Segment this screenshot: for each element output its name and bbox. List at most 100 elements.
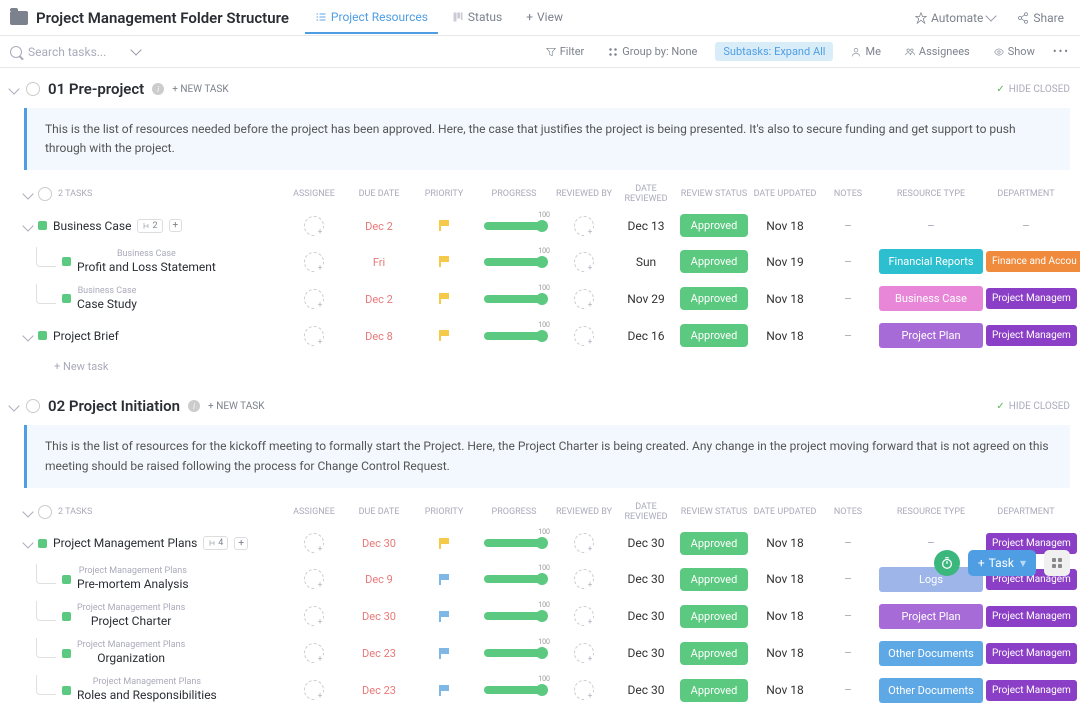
- search-input[interactable]: Search tasks...: [10, 45, 150, 59]
- resource-type-tag[interactable]: Business Case: [879, 286, 983, 311]
- notes-cell[interactable]: –: [844, 219, 852, 233]
- resource-type-tag[interactable]: Project Plan: [879, 604, 983, 629]
- date-reviewed[interactable]: Dec 13: [614, 219, 678, 233]
- due-date[interactable]: Dec 23: [362, 684, 396, 697]
- task-name[interactable]: Profit and Loss Statement: [77, 260, 216, 274]
- more-menu[interactable]: •••: [1053, 45, 1070, 58]
- resource-type-tag[interactable]: Financial Reports: [879, 249, 983, 274]
- filter-button[interactable]: Filter: [540, 41, 591, 62]
- date-updated[interactable]: Nov 18: [750, 683, 820, 697]
- reviewer-placeholder[interactable]: [574, 569, 594, 589]
- priority-flag-icon[interactable]: [439, 611, 450, 622]
- date-reviewed[interactable]: Dec 16: [614, 329, 678, 343]
- chevron-down-icon[interactable]: [22, 189, 33, 200]
- date-reviewed[interactable]: Sun: [614, 255, 678, 269]
- task-row[interactable]: Project Management PlansPre-mortem Analy…: [10, 561, 1070, 598]
- chevron-down-icon[interactable]: [8, 83, 19, 94]
- progress-bar[interactable]: 100: [484, 258, 544, 266]
- notes-cell[interactable]: –: [844, 292, 852, 306]
- chevron-down-icon[interactable]: [22, 538, 33, 549]
- priority-flag-icon[interactable]: [439, 256, 450, 267]
- date-reviewed[interactable]: Dec 30: [614, 536, 678, 550]
- date-updated[interactable]: Nov 19: [750, 255, 820, 269]
- progress-bar[interactable]: 100: [484, 295, 544, 303]
- date-reviewed[interactable]: Dec 30: [614, 609, 678, 623]
- hide-closed-toggle[interactable]: ✓HIDE CLOSED: [996, 401, 1070, 412]
- add-view-button[interactable]: + View: [516, 2, 573, 34]
- me-filter[interactable]: Me: [845, 41, 886, 62]
- reviewer-placeholder[interactable]: [574, 606, 594, 626]
- task-name[interactable]: Organization: [97, 651, 165, 665]
- date-updated[interactable]: Nov 18: [750, 609, 820, 623]
- show-button[interactable]: Show: [988, 41, 1041, 62]
- reviewer-placeholder[interactable]: [574, 680, 594, 700]
- priority-flag-icon[interactable]: [439, 538, 450, 549]
- tab-project-resources[interactable]: Project Resources: [305, 2, 438, 34]
- tab-status[interactable]: Status: [442, 2, 512, 34]
- task-name[interactable]: Project Brief: [53, 329, 119, 343]
- progress-bar[interactable]: 100: [484, 612, 544, 620]
- apps-fab[interactable]: [1044, 550, 1070, 576]
- department-tag[interactable]: Project Managem: [986, 288, 1077, 309]
- progress-bar[interactable]: 100: [484, 222, 544, 230]
- task-name[interactable]: Pre-mortem Analysis: [77, 577, 189, 591]
- assignee-placeholder[interactable]: [304, 252, 324, 272]
- department-tag[interactable]: Project Managem: [986, 325, 1077, 346]
- task-name[interactable]: Project Charter: [91, 614, 171, 628]
- status-square[interactable]: [62, 294, 71, 303]
- status-square[interactable]: [62, 612, 71, 621]
- due-date[interactable]: Dec 23: [362, 647, 396, 660]
- status-square[interactable]: [38, 539, 47, 548]
- priority-flag-icon[interactable]: [439, 574, 450, 585]
- task-row[interactable]: Project Management PlansProject Charter …: [10, 598, 1070, 635]
- due-date[interactable]: Dec 30: [362, 610, 396, 623]
- task-row[interactable]: Project Management Plans4+ Dec 30 100 De…: [10, 526, 1070, 561]
- due-date[interactable]: Dec 30: [362, 537, 396, 550]
- section-title[interactable]: 01 Pre-project: [48, 80, 144, 98]
- review-status-badge[interactable]: Approved: [680, 568, 748, 591]
- priority-flag-icon[interactable]: [439, 330, 450, 341]
- date-updated[interactable]: Nov 18: [750, 292, 820, 306]
- status-square[interactable]: [62, 257, 71, 266]
- date-reviewed[interactable]: Nov 29: [614, 292, 678, 306]
- due-date[interactable]: Fri: [373, 256, 385, 269]
- date-updated[interactable]: Nov 18: [750, 572, 820, 586]
- review-status-badge[interactable]: Approved: [680, 324, 748, 347]
- task-name[interactable]: Project Management Plans: [53, 536, 197, 550]
- new-task-row[interactable]: + New task: [10, 354, 1070, 379]
- department-tag[interactable]: Project Managem: [986, 606, 1077, 627]
- progress-bar[interactable]: 100: [484, 686, 544, 694]
- subtask-count-chip[interactable]: 2: [137, 219, 162, 233]
- assignee-placeholder[interactable]: [304, 533, 324, 553]
- department-tag[interactable]: Project Managem: [986, 643, 1077, 664]
- task-name[interactable]: Roles and Responsibilities: [77, 688, 217, 702]
- new-task-fab[interactable]: +Task▾: [968, 550, 1036, 576]
- resource-type-tag[interactable]: Project Plan: [879, 323, 983, 348]
- assignee-placeholder[interactable]: [304, 606, 324, 626]
- task-name[interactable]: Business Case: [53, 219, 131, 233]
- priority-flag-icon[interactable]: [439, 685, 450, 696]
- progress-bar[interactable]: 100: [484, 332, 544, 340]
- review-status-badge[interactable]: Approved: [680, 605, 748, 628]
- date-reviewed[interactable]: Dec 30: [614, 683, 678, 697]
- notes-cell[interactable]: –: [844, 609, 852, 623]
- subtask-count-chip[interactable]: 4: [203, 536, 228, 550]
- notes-cell[interactable]: –: [844, 329, 852, 343]
- due-date[interactable]: Dec 8: [365, 330, 393, 343]
- notes-cell[interactable]: –: [844, 683, 852, 697]
- reviewer-placeholder[interactable]: [574, 326, 594, 346]
- status-square[interactable]: [62, 575, 71, 584]
- status-square[interactable]: [38, 331, 47, 340]
- progress-bar[interactable]: 100: [484, 575, 544, 583]
- date-updated[interactable]: Nov 18: [750, 329, 820, 343]
- task-row[interactable]: Project Management PlansOrganization Dec…: [10, 635, 1070, 672]
- review-status-badge[interactable]: Approved: [680, 250, 748, 273]
- resource-type-tag[interactable]: Other Documents: [879, 678, 983, 703]
- assignee-placeholder[interactable]: [304, 643, 324, 663]
- assignees-filter[interactable]: Assignees: [899, 41, 976, 62]
- reviewer-placeholder[interactable]: [574, 252, 594, 272]
- task-row[interactable]: Business CaseCase Study Dec 2 100 Nov 29…: [10, 280, 1070, 317]
- task-row[interactable]: Project Brief Dec 8 100 Dec 16 Approved …: [10, 317, 1070, 354]
- review-status-badge[interactable]: Approved: [680, 287, 748, 310]
- status-square[interactable]: [38, 221, 47, 230]
